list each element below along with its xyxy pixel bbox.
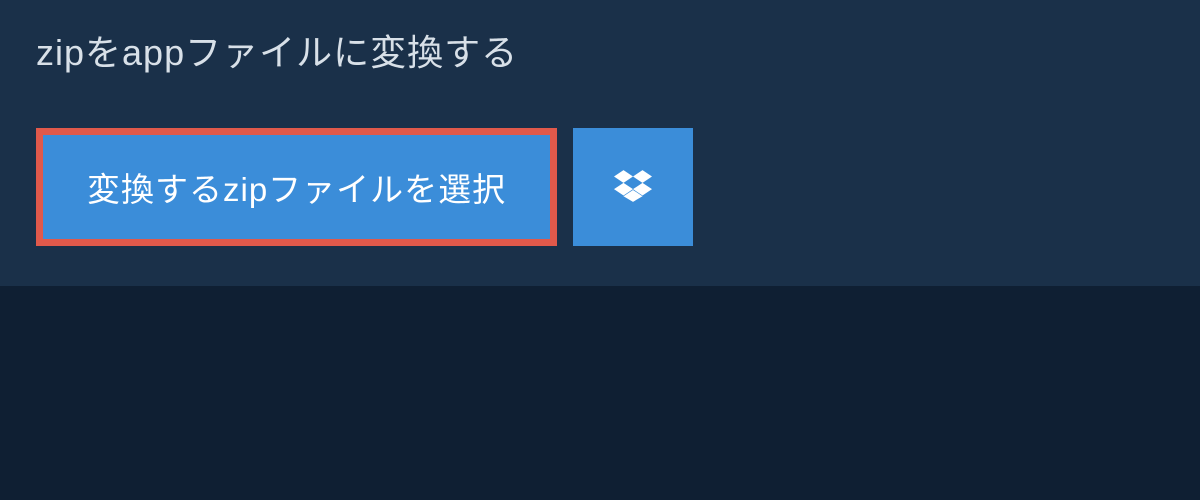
button-row: 変換するzipファイルを選択 <box>0 100 1200 246</box>
select-file-button-label: 変換するzipファイルを選択 <box>87 163 506 211</box>
select-file-button[interactable]: 変換するzipファイルを選択 <box>36 128 557 246</box>
heading-container: zipをappファイルに変換する <box>0 0 554 100</box>
dropbox-icon <box>614 167 652 208</box>
conversion-panel: zipをappファイルに変換する 変換するzipファイルを選択 <box>0 0 1200 286</box>
page-title: zipをappファイルに変換する <box>36 24 518 76</box>
dropbox-button[interactable] <box>573 128 693 246</box>
